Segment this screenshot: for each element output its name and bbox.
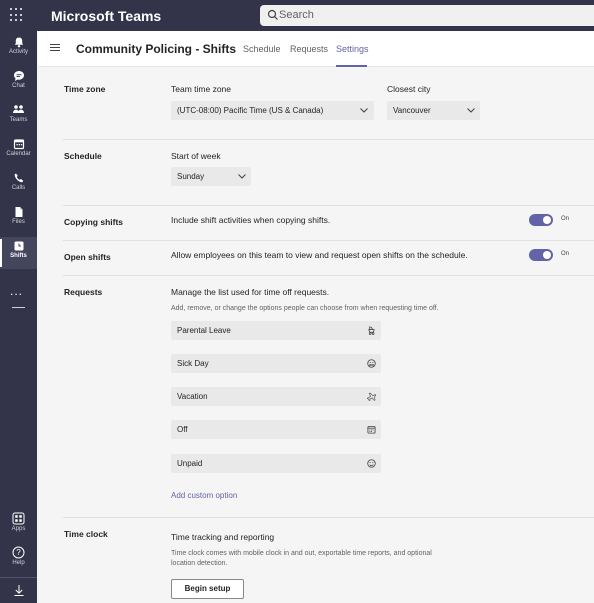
file-icon [15,207,22,217]
section-divider [63,205,594,206]
rail-divider-bottom [0,577,37,578]
settings-content: Time zone Team time zone (UTC-08:00) Pac… [38,67,594,603]
section-divider [63,275,594,276]
search-icon [267,9,278,20]
rail-label: Activity [8,49,28,55]
copying-shifts-toggle[interactable] [529,214,553,226]
section-time-zone: Time zone [64,84,106,94]
time-clock-title: Time tracking and reporting [171,532,275,542]
rail-divider [12,307,25,308]
section-divider [63,517,594,518]
time-off-option[interactable]: Off [171,420,381,439]
begin-setup-button[interactable]: Begin setup [171,579,244,599]
team-time-zone-select[interactable]: (UTC-08:00) Pacific Time (US & Canada) [171,101,374,120]
help-icon: ? [12,546,25,559]
option-label: Unpaid [177,459,203,468]
apps-icon [12,512,25,525]
smiley-icon [367,459,376,468]
page-header: Community Policing - Shifts Schedule Req… [38,31,594,67]
chevron-down-icon [238,174,246,179]
chevron-down-icon [360,108,368,113]
copying-shifts-description: Include shift activities when copying sh… [171,215,331,225]
closest-city-select[interactable]: Vancouver [387,101,480,120]
time-clock-description-line-2: location detection. [171,560,228,567]
rail-label: Calendar [6,151,31,157]
team-time-zone-label: Team time zone [171,84,231,94]
search-placeholder: Search [279,9,314,21]
section-copying-shifts: Copying shifts [64,217,124,227]
chevron-down-icon [467,108,475,113]
time-clock-description-line-1: Time clock comes with mobile clock in an… [171,550,432,557]
app-title: Microsoft Teams [51,8,162,24]
tab-requests[interactable]: Requests [290,44,328,54]
clock-icon [14,241,23,251]
section-schedule: Schedule [64,151,102,161]
teams-icon [13,105,24,113]
rail-item-activity[interactable]: Activity [0,33,37,65]
open-shifts-toggle[interactable] [529,249,553,261]
section-divider [63,240,594,241]
rail-label: Files [12,219,25,225]
add-custom-option-link[interactable]: Add custom option [171,491,237,500]
bell-icon [14,37,23,48]
section-requests: Requests [64,287,103,297]
option-label: Sick Day [177,359,209,368]
time-off-option[interactable]: Vacation [171,387,381,406]
start-of-week-select[interactable]: Sunday [171,167,251,186]
team-time-zone-value: (UTC-08:00) Pacific Time (US & Canada) [177,106,324,115]
open-shifts-description: Allow employees on this team to view and… [171,250,468,260]
time-off-option[interactable]: Sick Day [171,354,381,373]
chat-icon [13,71,24,81]
app-launcher-icon[interactable] [10,8,24,22]
rail-item-chat[interactable]: Chat [0,67,37,99]
rail-item-download[interactable] [0,581,37,603]
rail-item-shifts[interactable]: Shifts [0,237,37,269]
rail-label: Apps [11,526,26,532]
rail-label: Chat [12,83,25,89]
time-off-option[interactable]: Parental Leave [171,321,381,340]
calendar-icon [367,425,376,434]
tab-schedule[interactable]: Schedule [243,44,281,54]
search-input[interactable]: Search [260,5,594,26]
airplane-icon [367,392,376,401]
option-label: Off [177,425,188,434]
section-open-shifts: Open shifts [64,252,111,262]
tab-settings[interactable]: Settings [336,44,369,54]
title-bar: Microsoft Teams Search [0,0,594,31]
start-of-week-value: Sunday [177,172,205,181]
rail-item-apps[interactable]: Apps [0,509,37,541]
option-label: Parental Leave [177,326,231,335]
rail-item-files[interactable]: Files [0,203,37,235]
rail-item-calls[interactable]: Calls [0,169,37,201]
download-icon [14,585,23,596]
closest-city-label: Closest city [387,84,431,94]
option-label: Vacation [177,392,208,401]
rail-item-teams[interactable]: Teams [0,101,37,133]
stroller-icon [368,326,375,335]
start-of-week-label: Start of week [171,151,221,161]
rail-label: Shifts [10,253,27,259]
rail-label: Calls [11,185,26,191]
svg-text:?: ? [16,548,21,557]
section-divider [63,139,594,140]
page-title: Community Policing - Shifts [76,42,237,56]
phone-icon [14,173,23,183]
sick-face-icon [367,359,376,368]
app-rail: Activity Chat Teams Calendar Calls Files… [0,31,37,603]
requests-description: Manage the list used for time off reques… [171,287,330,297]
calendar-icon [13,139,24,150]
copying-shifts-toggle-label: On [561,216,570,222]
rail-label: Teams [9,117,28,123]
rail-item-help[interactable]: ? Help [0,543,37,575]
open-shifts-toggle-label: On [561,251,570,257]
section-time-clock: Time clock [64,529,108,539]
requests-hint: Add, remove, or change the options peopl… [171,305,439,312]
closest-city-value: Vancouver [393,106,431,115]
time-off-option[interactable]: Unpaid [171,454,381,473]
rail-item-calendar[interactable]: Calendar [0,135,37,167]
menu-icon[interactable] [50,44,60,53]
rail-label: Help [12,560,25,566]
more-apps-icon[interactable]: ... [10,284,23,298]
